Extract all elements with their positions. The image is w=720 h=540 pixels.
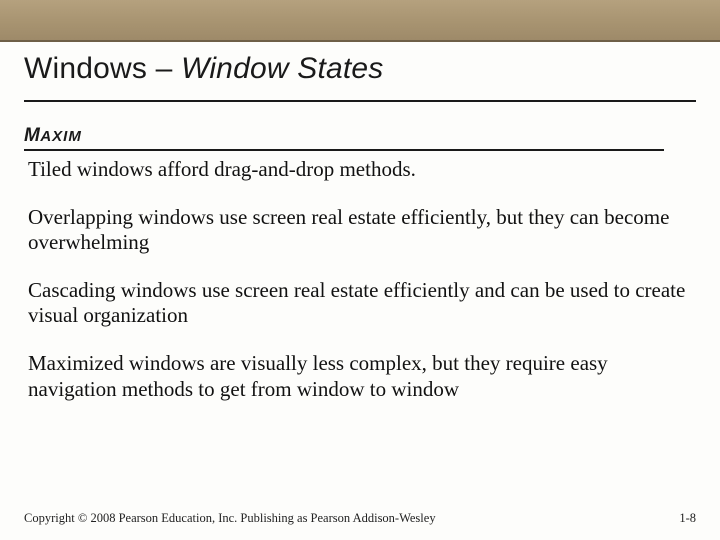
copyright-text: Copyright © 2008 Pearson Education, Inc.…	[24, 511, 436, 526]
title-underline	[24, 100, 696, 102]
title-suffix: Window States	[181, 52, 383, 85]
body-text: Tiled windows afford drag-and-drop metho…	[28, 157, 692, 424]
title-block: Windows – Window States	[0, 42, 720, 94]
footer: Copyright © 2008 Pearson Education, Inc.…	[24, 511, 696, 526]
maxim-underline	[24, 149, 664, 151]
slide: Windows – Window States MAXIM Tiled wind…	[0, 0, 720, 540]
maxim-block: MAXIM	[24, 126, 696, 151]
paragraph-2: Overlapping windows use screen real esta…	[28, 205, 692, 256]
maxim-rest: AXIM	[40, 128, 82, 145]
decorative-top-bar	[0, 0, 720, 42]
paragraph-3: Cascading windows use screen real estate…	[28, 278, 692, 329]
page-number: 1-8	[679, 511, 696, 526]
paragraph-1: Tiled windows afford drag-and-drop metho…	[28, 157, 692, 183]
maxim-cap: M	[24, 125, 40, 146]
title-prefix: Windows –	[24, 52, 181, 85]
paragraph-4: Maximized windows are visually less comp…	[28, 351, 692, 402]
slide-title: Windows – Window States	[24, 52, 696, 86]
maxim-label: MAXIM	[24, 126, 82, 145]
